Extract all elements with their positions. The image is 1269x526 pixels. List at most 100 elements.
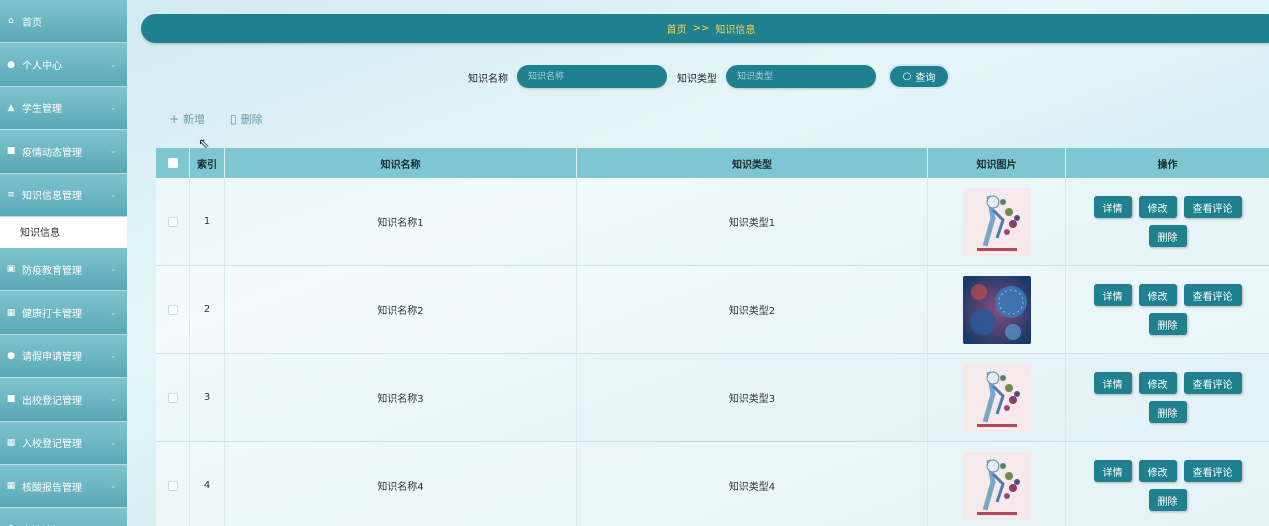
table-row: 1 知识名称1 知识类型1 详情 修改 查看评论 删除 — [156, 178, 1269, 266]
detail-button[interactable]: 详情 — [1093, 284, 1132, 306]
sidebar-item-7[interactable]: ● 请假申请管理 ⌄ — [0, 334, 127, 379]
cell-index: 1 — [190, 178, 225, 265]
detail-button[interactable]: 详情 — [1093, 196, 1132, 218]
chevron-down-icon: ⌄ — [109, 59, 117, 70]
grid-icon: ▦ — [6, 307, 16, 318]
home-icon: ⌂ — [8, 16, 14, 27]
cell-image — [928, 266, 1066, 353]
chevron-down-icon: ⌄ — [109, 394, 117, 405]
comment-icon: ■ — [6, 394, 16, 405]
name-search-label: 知识名称 — [468, 74, 508, 85]
user-icon: ● — [7, 59, 15, 70]
cell-actions: 详情 修改 查看评论删除 — [1066, 354, 1269, 441]
sidebar-item-6[interactable]: ▦ 健康打卡管理 ⌄ — [0, 291, 127, 335]
row-delete-button[interactable]: 删除 — [1148, 401, 1187, 423]
action-toolbar: + 新增 ▯ 删除 — [169, 111, 288, 127]
sidebar-item-10[interactable]: ▦ 核酸报告管理 ⌄ — [0, 464, 127, 509]
sidebar-subitem-knowledge-info[interactable]: 知识信息 — [0, 216, 127, 248]
edit-button[interactable]: 修改 — [1138, 196, 1177, 218]
cell-name: 知识名称3 — [225, 354, 577, 441]
sidebar-item-label: 请假申请管理 — [22, 352, 82, 364]
knowledge-image[interactable] — [962, 363, 1031, 432]
sidebar-item-label: 疫情动态管理 — [22, 147, 82, 159]
chevron-down-icon: ⌄ — [109, 481, 117, 492]
cell-name: 知识名称4 — [225, 442, 577, 526]
cell-actions: 详情 修改 查看评论删除 — [1066, 178, 1269, 265]
sidebar-item-label: 学生管理 — [22, 104, 62, 116]
delete-button[interactable]: ▯ 删除 — [230, 111, 263, 127]
user-icon: ● — [7, 350, 15, 361]
sidebar-item-label: 首页 — [22, 17, 42, 29]
sidebar-item-11[interactable]: ▮交流论坛⌄ — [0, 508, 127, 526]
name-search-input[interactable] — [517, 65, 667, 88]
edit-button[interactable]: 修改 — [1138, 284, 1177, 306]
row-select-cell — [156, 178, 190, 265]
search-bar: 知识名称 知识类型 ○ 查询 — [127, 64, 1269, 89]
thumbs-up-icon: ▲ — [7, 102, 15, 113]
breadcrumb-home[interactable]: 首页 — [667, 21, 687, 36]
sidebar-item-2[interactable]: ▲ 学生管理 ⌄ — [0, 86, 127, 131]
detail-button[interactable]: 详情 — [1093, 372, 1132, 394]
row-select-cell — [156, 354, 190, 441]
view-comments-button[interactable]: 查看评论 — [1183, 196, 1242, 218]
sidebar-item-label: 知识信息管理 — [22, 191, 82, 203]
header-image: 知识图片 — [928, 148, 1066, 178]
sidebar: ⌂ 首页 ● 个人中心 ⌄ ▲ 学生管理 ⌄ ■ 疫情动态管理 ⌄ ≡ 知识信息管理 ⌄ 知识信息 ▣ 防疫教育… — [0, 0, 127, 526]
knowledge-image[interactable] — [962, 187, 1031, 256]
card-icon: ▣ — [6, 264, 16, 275]
sidebar-item-8[interactable]: ■ 出校登记管理 ⌄ — [0, 378, 127, 422]
sidebar-item-4[interactable]: ≡ 知识信息管理 ⌄ — [0, 173, 127, 217]
row-checkbox[interactable] — [167, 480, 178, 491]
sidebar-item-5[interactable]: ▣ 防疫教育管理 ⌄ — [0, 247, 127, 292]
cell-index: 2 — [190, 266, 225, 353]
sidebar-item-label: 入校登记管理 — [22, 439, 82, 451]
chevron-down-icon: ⌄ — [109, 102, 117, 113]
cell-type: 知识类型3 — [577, 354, 928, 441]
row-select-cell — [156, 442, 190, 526]
row-checkbox[interactable] — [167, 216, 178, 227]
sidebar-item-3[interactable]: ■ 疫情动态管理 ⌄ — [0, 130, 127, 174]
type-search-input[interactable] — [726, 65, 876, 88]
row-checkbox[interactable] — [167, 304, 178, 315]
add-button[interactable]: + 新增 — [169, 111, 205, 127]
cell-image — [928, 354, 1066, 441]
select-all-checkbox[interactable] — [167, 158, 178, 168]
detail-button[interactable]: 详情 — [1093, 460, 1132, 482]
comment-icon: ■ — [6, 146, 16, 157]
header-actions: 操作 — [1157, 159, 1178, 171]
sidebar-item-0[interactable]: ⌂ 首页 — [0, 0, 127, 44]
header-type: 知识类型 — [577, 148, 928, 178]
search-icon: ○ — [902, 71, 912, 82]
sidebar-item-1[interactable]: ● 个人中心 ⌄ — [0, 43, 127, 87]
row-delete-button[interactable]: 删除 — [1148, 225, 1187, 247]
cell-image — [928, 442, 1066, 526]
knowledge-image[interactable] — [962, 451, 1031, 520]
edit-button[interactable]: 修改 — [1138, 460, 1177, 482]
edit-button[interactable]: 修改 — [1138, 372, 1177, 394]
cell-index: 4 — [190, 442, 225, 526]
sidebar-item-label: 健康打卡管理 — [22, 309, 82, 321]
list-icon: ≡ — [7, 189, 15, 200]
search-button[interactable]: ○ 查询 — [888, 64, 950, 89]
knowledge-image[interactable] — [962, 275, 1031, 344]
sidebar-item-label: 个人中心 — [22, 61, 62, 73]
plus-icon: + — [169, 112, 180, 126]
view-comments-button[interactable]: 查看评论 — [1183, 460, 1242, 482]
cell-type: 知识类型1 — [577, 178, 928, 265]
sidebar-item-9[interactable]: ▦ 入校登记管理 ⌄ — [0, 421, 127, 465]
main-content: 首页 >> 知识信息 知识名称 知识类型 ○ 查询 + 新增 ▯ 删除 ⇖ 索引… — [127, 0, 1269, 526]
chevron-down-icon: ⌄ — [109, 437, 117, 448]
trash-icon: ▯ — [230, 112, 237, 126]
knowledge-table: 索引 知识名称 知识类型 知识图片 操作 1 知识名称1 知识类型1 详情 修改 查看评论… — [156, 148, 1269, 526]
view-comments-button[interactable]: 查看评论 — [1183, 284, 1242, 306]
row-delete-button[interactable]: 删除 — [1148, 489, 1187, 511]
row-checkbox[interactable] — [167, 392, 178, 403]
delete-button-label: 删除 — [240, 113, 263, 126]
add-button-label: 新增 — [183, 113, 206, 126]
view-comments-button[interactable]: 查看评论 — [1183, 372, 1242, 394]
table-row: 2 知识名称2 知识类型2 详情 修改 查看评论 删除 — [156, 266, 1269, 354]
breadcrumb-current: 知识信息 — [715, 25, 756, 36]
search-button-label: 查询 — [915, 73, 936, 84]
cell-image — [928, 178, 1066, 265]
row-delete-button[interactable]: 删除 — [1148, 313, 1187, 335]
